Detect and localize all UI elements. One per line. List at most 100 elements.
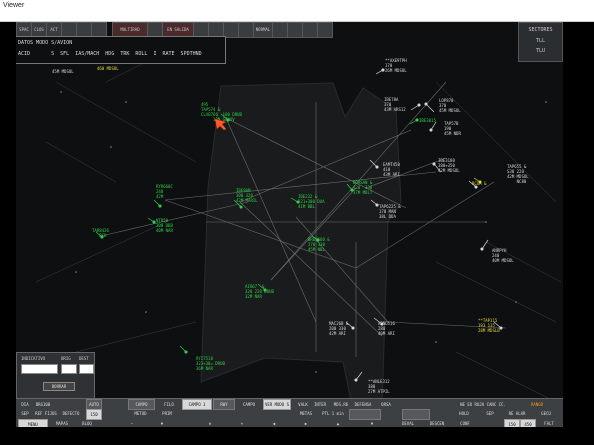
sectores-title: SECTORES (528, 27, 553, 33)
pointer-cursor-icon (214, 118, 227, 131)
ver-modo-s-button[interactable]: VER MODO S (263, 399, 291, 410)
bloq-button[interactable]: BLOQ (76, 419, 98, 427)
campo1-button[interactable]: CAMPO 1 (182, 399, 212, 410)
track-label[interactable]: ANRPYH 240 40M MDSOL (492, 248, 514, 263)
descen-button[interactable]: DESCEN (424, 419, 450, 427)
aircraft-symbol (239, 205, 243, 209)
zoom-in-icon[interactable]: + (236, 419, 248, 427)
search-icon[interactable]: ⊕ (204, 419, 216, 427)
track-label[interactable]: IBE3180 380+350 42M MDSOL (438, 158, 460, 173)
track-label[interactable]: **ANLE312 380 27M ATPIL (368, 379, 390, 394)
metas-button[interactable]: METAS (295, 409, 317, 418)
aircraft-symbol (417, 103, 421, 107)
toolbar-button[interactable] (272, 22, 288, 38)
hold-button[interactable]: HOLD (453, 409, 475, 418)
valk-button[interactable]: VALK (295, 400, 311, 409)
sep-button[interactable]: SEP (482, 409, 498, 418)
sep-hdg-button[interactable]: SEP (18, 409, 32, 418)
track-label[interactable]: IBE9AM 300 320 42M MARIL (236, 188, 258, 203)
aircraft-symbol (474, 185, 478, 189)
conf-button[interactable]: CONF (454, 419, 476, 427)
dest-input[interactable] (79, 364, 94, 374)
ref-fijos-button[interactable]: REF FIJOS (34, 409, 58, 418)
aircraft-symbol (351, 326, 355, 330)
defecto-button[interactable]: DEFECTO (58, 409, 84, 418)
brg-label[interactable]: BRG100 (32, 400, 54, 409)
defensa-button[interactable]: DEFENSA (352, 400, 374, 409)
toolbar-button[interactable] (302, 22, 318, 38)
track-label[interactable]: RYR660C 240 42M (156, 184, 173, 199)
toolbar-button[interactable] (287, 22, 303, 38)
track-label[interactable]: RYI7518 323+30= DRUB 36M NAR (196, 356, 225, 371)
track-label[interactable]: IBE78A 370 43M ARS12 (384, 97, 406, 112)
track-label[interactable]: LOP870 370 45M MDSOL (439, 98, 461, 113)
aircraft-symbol (480, 247, 484, 251)
filo-label[interactable]: FILO (160, 400, 178, 409)
aircraft-symbol (158, 204, 162, 208)
track-label[interactable]: NTR50 300 DBB 40M NAR (156, 218, 173, 233)
track-label[interactable]: **AXE9TPH 170 26M MDSOL (385, 58, 407, 73)
mode-s-data-panel: DATOS MODO S/AVION ACID S SFL IAS/MACH H… (16, 36, 226, 64)
range-450-button[interactable]: 450 (520, 419, 536, 427)
aircraft-symbol (415, 118, 419, 122)
re-alar-button[interactable]: RE ALAR (504, 409, 530, 418)
track-label[interactable]: 45M MDSOL (52, 69, 74, 74)
inter-button[interactable]: INTER (312, 400, 328, 409)
track-label[interactable]: BRE2160 & 270 330 45M NBL (308, 237, 330, 252)
red-prog-label: NE EO ROJA CANC CC. (460, 402, 506, 407)
toolbar-button[interactable] (317, 22, 333, 38)
track-label[interactable]: TAP6225 & 170 MAN 38L DUA (379, 204, 401, 219)
sector-item-tll[interactable]: TLL (519, 38, 562, 44)
track-label[interactable]: IBE232 & 221+300 DUA 41M BBL (298, 194, 325, 209)
indicativo-label: INDICATIVO (21, 356, 46, 361)
arrow-left-icon[interactable]: ◀ (268, 419, 280, 427)
sector-item-tlu[interactable]: TLU (519, 48, 562, 54)
aircraft-symbol (429, 128, 433, 132)
track-label[interactable]: RCUA & (472, 181, 486, 186)
radar-display[interactable]: SPAC CLOS ACT MULTIRAD EN SALIDA NORMAL … (16, 22, 563, 427)
menu-button[interactable]: MENU (18, 419, 48, 427)
dia-label[interactable]: DIA (18, 400, 32, 409)
orig-input[interactable] (61, 364, 77, 374)
track-label[interactable]: TAR8436 BCH (92, 228, 109, 238)
zoom-out-icon[interactable]: − (126, 419, 138, 427)
borrar-button[interactable]: BORRAR (43, 382, 75, 391)
arrow-down2-icon[interactable]: ▼ (366, 419, 378, 427)
arrow-up-icon[interactable]: ▲ (332, 419, 344, 427)
window-titlebar: Viewer (0, 0, 594, 22)
normal-button[interactable]: NORMAL (253, 22, 273, 38)
metod-button[interactable]: METOD (128, 409, 153, 418)
track-label[interactable]: BORSAN & 420 330 37M MDLT (353, 180, 372, 195)
ptl-button[interactable]: PTL 1 min (320, 409, 346, 418)
track-label[interactable]: ARND516 280 40M ARI (378, 321, 395, 336)
gecu-button[interactable]: GECU (534, 409, 558, 418)
track-label[interactable]: **TAP115 193 135 28M MDSLB (478, 318, 500, 333)
indicativo-input[interactable] (21, 364, 58, 374)
sectores-panel[interactable]: SECTORES TLL TLU (518, 22, 563, 62)
track-label[interactable]: TAP57B 190 45M NDR (444, 121, 461, 136)
rango-label[interactable]: RANGO (522, 400, 552, 409)
sector-area (200, 82, 402, 407)
falt-button[interactable]: FALT (538, 419, 560, 427)
track-label[interactable]: 460 MDSOL (97, 66, 119, 71)
window-title: Viewer (3, 2, 25, 9)
deval-button[interactable]: DEVAL (394, 419, 422, 427)
mdsc-button[interactable]: MDS.R6 (331, 400, 351, 409)
toolbar-button[interactable] (238, 22, 254, 38)
rwy-button[interactable]: RWY (213, 399, 235, 410)
arrow-down-icon[interactable]: ▼ (156, 419, 168, 427)
track-label[interactable]: EAMT450 410 43M ARI (383, 162, 400, 177)
flight-insert-panel: INDICATIVO ORIG DEST BORRAR (16, 352, 95, 404)
prim-button[interactable]: PRIM (157, 409, 177, 418)
orig-label: ORIG (61, 356, 71, 361)
arrow-right-icon[interactable]: ▶ (300, 419, 312, 427)
orsa-button[interactable]: ORSA (376, 400, 396, 409)
track-label[interactable]: IBE3015 (419, 118, 436, 123)
campo2-button[interactable]: CAMPO SALIDA (237, 400, 261, 409)
track-label[interactable]: MAC26B & 200 330 42M ARI (329, 321, 348, 336)
track-label[interactable]: AIR67 & 320 220 DRUB 32M NAR (245, 284, 274, 299)
track-label[interactable]: TAP655 & S30 220 42M MDSOL NC80 (507, 164, 529, 184)
mapas-button[interactable]: MAPAS (50, 419, 74, 427)
aircraft-symbol (424, 102, 428, 106)
range-150-button[interactable]: 150 (504, 419, 520, 427)
